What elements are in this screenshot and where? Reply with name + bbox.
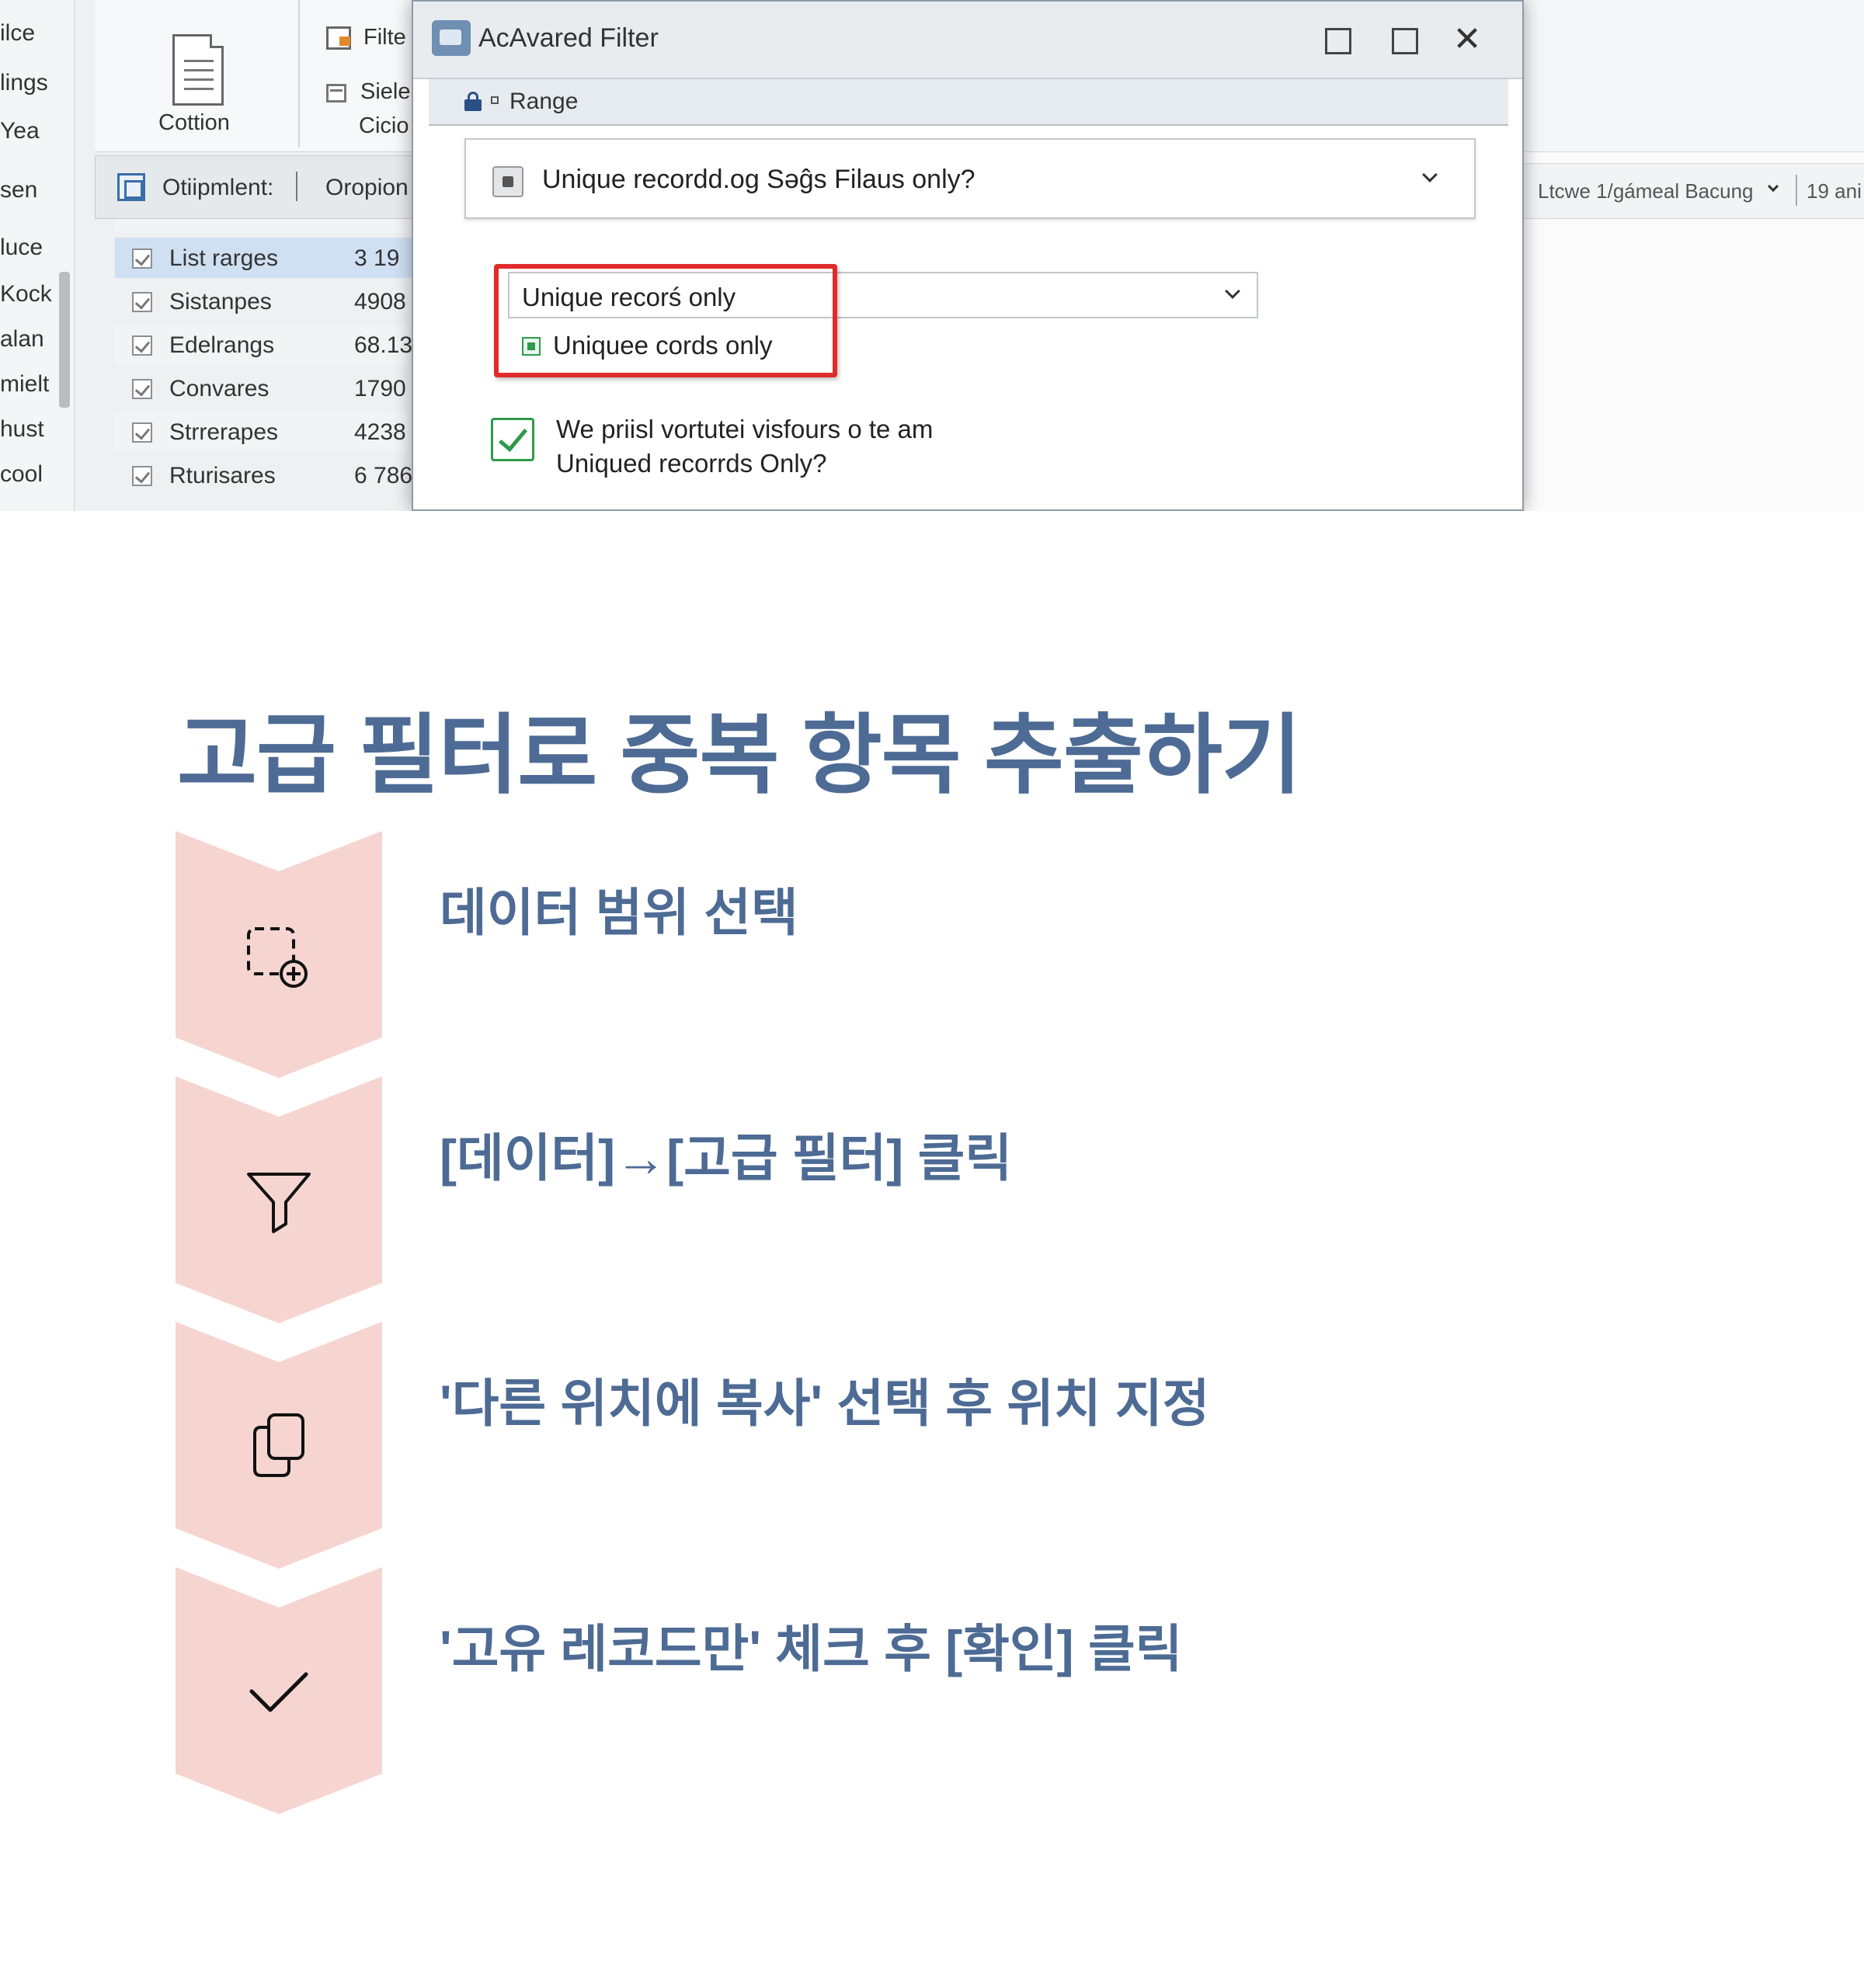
checkbox[interactable] xyxy=(132,292,152,312)
document-icon xyxy=(172,34,224,106)
checkbox[interactable] xyxy=(132,335,152,356)
navigation-pane: ilce lings Yea sen luce Kock alan mielt … xyxy=(0,0,75,511)
list-item-value: 68.13 xyxy=(354,332,413,358)
checkbox[interactable] xyxy=(132,379,152,399)
table-icon xyxy=(117,173,145,201)
list-item-value: 3 19 xyxy=(354,245,400,271)
clear-label[interactable]: Cicio xyxy=(359,113,409,139)
checkbox[interactable] xyxy=(132,466,152,486)
select-area-add-icon xyxy=(238,918,320,1000)
list-row-partial xyxy=(115,219,429,233)
list-item-value: 1790 xyxy=(354,376,406,401)
nav-item[interactable]: lings xyxy=(0,70,48,96)
filter-mode-combobox[interactable]: Unique recordd.og Səĝs Filaus only? xyxy=(464,138,1476,219)
list-item-label: Sistanpes xyxy=(169,289,272,315)
chevron-down-icon[interactable] xyxy=(1225,283,1240,299)
excel-screenshot: ilce lings Yea sen luce Kock alan mielt … xyxy=(0,0,1864,511)
options-bar: Otiipmlent: Oropion xyxy=(95,155,429,219)
checkmark-icon xyxy=(238,1649,320,1732)
unique-records-checkbox[interactable] xyxy=(491,418,534,461)
maximize-button[interactable] xyxy=(1387,23,1420,56)
step-1-text: 데이터 범위 선택 xyxy=(440,884,798,941)
checkbox-label-line1: We priisl vortutei visfours o te am xyxy=(556,415,934,443)
nav-item[interactable]: hust xyxy=(0,416,44,443)
advanced-filter-dialog: AcAvared Filter ✕ Range Unique recordd.o… xyxy=(412,0,1524,511)
list-item-label: Strrerapes xyxy=(169,419,279,445)
slide-title: 고급 필터로 중복 항목 추출하기 xyxy=(177,707,1302,804)
nav-item[interactable]: Kock xyxy=(0,281,52,308)
view-dropdown[interactable]: Ltcwe 1/gámeal Bacung xyxy=(1538,179,1754,203)
filter-funnel-icon xyxy=(238,1159,320,1241)
list-item-label: Rturisares xyxy=(169,463,276,488)
nav-item[interactable]: luce xyxy=(0,235,43,261)
step-3-text: '다른 위치에 복사' 선택 후 위치 지정 xyxy=(440,1375,1210,1432)
list-item-label: List rarges xyxy=(169,245,279,271)
checkbox-label-line2: Uniqued recorrds Only? xyxy=(556,449,827,478)
step-4-text: '고유 레코드만' 체크 후 [확인] 클릭 xyxy=(440,1620,1183,1677)
close-button[interactable]: ✕ xyxy=(1451,23,1483,57)
lock-icon xyxy=(464,92,482,111)
combobox-icon xyxy=(492,166,523,197)
dialog-titlebar[interactable]: AcAvared Filter ✕ xyxy=(413,2,1522,79)
options-label: Otiipmlent: xyxy=(162,175,274,200)
range-section-header: Range xyxy=(429,79,1508,126)
nav-item[interactable]: ilce xyxy=(0,20,35,47)
chevron-down-icon[interactable] xyxy=(1422,167,1438,182)
filter-label[interactable]: Filte xyxy=(363,25,406,50)
bullet-icon xyxy=(491,96,499,104)
collection-label: Cottion xyxy=(158,110,230,135)
list-item[interactable]: Rturisares 6 786 xyxy=(115,455,429,495)
combobox-value: Unique recordd.og Səĝs Filaus only? xyxy=(542,165,975,194)
list-item[interactable]: Sistanpes 4908 xyxy=(115,281,429,321)
nav-item[interactable]: sen xyxy=(0,177,37,203)
step-2-text: [데이터]→[고급 필터] 클릭 xyxy=(440,1129,1013,1187)
app-icon xyxy=(432,20,471,56)
ribbon-separator xyxy=(298,0,300,148)
dialog-title: AcAvared Filter xyxy=(478,23,659,53)
filter-icon[interactable] xyxy=(326,26,351,50)
right-options-strip: Ltcwe 1/gámeal Bacung 19 ani xyxy=(1522,163,1864,219)
list-item-label: Convares xyxy=(169,376,270,401)
chevron-down-icon[interactable] xyxy=(1767,180,1779,193)
list-item-value: 4238 xyxy=(354,419,406,445)
nav-item[interactable]: Yea xyxy=(0,118,40,144)
list-item-value: 6 786 xyxy=(354,463,413,488)
list-item[interactable]: Edelrangs 68.13 xyxy=(115,325,429,365)
select-icon[interactable] xyxy=(326,84,346,103)
list-item[interactable]: Strrerapes 4238 xyxy=(115,412,429,452)
list-item-value: 4908 xyxy=(354,289,406,315)
highlight-box xyxy=(494,264,837,377)
right-toolbar xyxy=(1522,0,1864,152)
list-item[interactable]: List rarges 3 19 xyxy=(115,238,429,278)
minimize-button[interactable] xyxy=(1320,23,1353,56)
select-label[interactable]: Siele xyxy=(360,79,411,105)
options-dropdown[interactable]: Oropion xyxy=(325,175,409,201)
options-separator xyxy=(296,172,297,201)
right-pane: Ltcwe 1/gámeal Bacung 19 ani xyxy=(1522,0,1864,511)
right-separator xyxy=(1796,175,1797,206)
range-label: Range xyxy=(509,89,579,114)
nav-item[interactable]: cool xyxy=(0,461,43,488)
nav-item[interactable]: alan xyxy=(0,326,44,353)
ribbon: Cottion Filte Siele Cicio xyxy=(95,0,421,152)
count-label: 19 ani xyxy=(1807,179,1862,203)
checkbox[interactable] xyxy=(132,422,152,443)
nav-scrollbar[interactable] xyxy=(59,272,70,408)
list-item[interactable]: Convares 1790 xyxy=(115,368,429,408)
checkbox[interactable] xyxy=(132,248,152,269)
copy-icon xyxy=(238,1404,320,1486)
nav-item[interactable]: mielt xyxy=(0,371,49,398)
collection-button[interactable]: Cottion xyxy=(141,8,273,148)
list-item-label: Edelrangs xyxy=(169,332,275,358)
